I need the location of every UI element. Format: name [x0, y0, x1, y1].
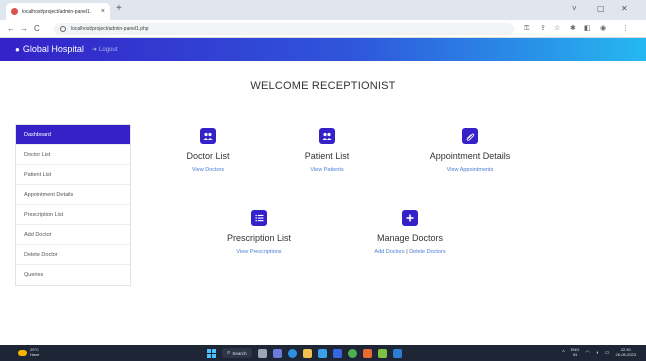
- address-bar: ← → C localhost/project/admin-panel1.php…: [0, 20, 646, 38]
- minimize-icon[interactable]: ˅: [572, 5, 577, 13]
- sidebar-item-doctor-list[interactable]: Doctor List: [16, 145, 130, 165]
- close-window-icon[interactable]: ✕: [621, 5, 628, 13]
- view-prescriptions-link[interactable]: View Prescriptions: [189, 249, 329, 255]
- star-icon[interactable]: ☆: [554, 25, 560, 33]
- plus-icon: [402, 210, 418, 226]
- sidepanel-icon[interactable]: ◧: [584, 25, 591, 33]
- weather-icon: [18, 349, 27, 356]
- brand[interactable]: ● Global Hospital: [15, 44, 84, 54]
- file-explorer-icon[interactable]: [302, 348, 312, 358]
- taskbar: 29°C Haze ⌕ Search ^ ENG IN ◠ ◖ ▭ 22:30 …: [0, 345, 646, 361]
- add-doctors-link[interactable]: Add Doctors: [374, 249, 404, 255]
- restore-icon[interactable]: ▢: [597, 5, 605, 13]
- vscode-icon[interactable]: [392, 348, 402, 358]
- brand-name: Global Hospital: [22, 44, 84, 54]
- users-icon: ●: [15, 44, 20, 54]
- app-header: ● Global Hospital ➜ Logout: [0, 38, 646, 61]
- task-view-icon[interactable]: [257, 348, 267, 358]
- sidebar-item-prescription-list[interactable]: Prescription List: [16, 205, 130, 225]
- extensions-icon[interactable]: ✱: [570, 25, 576, 33]
- sidebar: Dashboard Doctor List Patient List Appoi…: [15, 124, 131, 286]
- clock-date: 26-05-2023: [615, 351, 636, 357]
- delete-doctors-link[interactable]: Delete Doctors: [409, 249, 445, 255]
- profile-icon[interactable]: ◉: [600, 25, 606, 33]
- taskbar-search[interactable]: ⌕ Search: [222, 348, 252, 358]
- sidebar-item-add-doctor[interactable]: Add Doctor: [16, 225, 130, 245]
- link-separator: |: [406, 249, 408, 255]
- share-icon[interactable]: ⇪: [540, 25, 546, 33]
- search-icon: ⌕: [227, 349, 231, 356]
- lang-region: IN: [573, 351, 578, 357]
- patient-list-title: Patient List: [304, 151, 350, 161]
- battery-icon[interactable]: ▭: [605, 350, 610, 356]
- store-icon[interactable]: [317, 348, 327, 358]
- manage-doctors-card: Manage Doctors Add Doctors | Delete Doct…: [340, 210, 480, 255]
- key-icon[interactable]: ⚿: [524, 25, 529, 33]
- paperclip-icon: [462, 128, 478, 144]
- wifi-icon[interactable]: ◠: [585, 350, 589, 356]
- sidebar-item-patient-list[interactable]: Patient List: [16, 165, 130, 185]
- logout-link[interactable]: ➜ Logout: [92, 46, 118, 54]
- view-appointments-link[interactable]: View Appointments: [400, 167, 540, 173]
- app-icon[interactable]: [377, 348, 387, 358]
- language-indicator[interactable]: ENG IN: [571, 347, 580, 357]
- browser-tab[interactable]: localhost/project/admin-panel1. ×: [6, 3, 110, 20]
- prescription-list-card: Prescription List View Prescriptions: [189, 210, 329, 255]
- sidebar-item-delete-doctor[interactable]: Delete Doctor: [16, 245, 130, 265]
- page-title: WELCOME RECEPTIONIST: [250, 80, 396, 92]
- prescription-list-title: Prescription List: [226, 233, 292, 243]
- taskbar-apps: ⌕ Search: [207, 348, 402, 358]
- tab-title: localhost/project/admin-panel1.: [22, 8, 92, 15]
- app-icon[interactable]: [362, 348, 372, 358]
- new-tab-button[interactable]: +: [116, 4, 122, 14]
- back-icon[interactable]: ←: [7, 24, 15, 33]
- weather-desc: Haze: [30, 351, 40, 357]
- mail-icon[interactable]: [332, 348, 342, 358]
- menu-icon[interactable]: ⋮: [622, 25, 629, 33]
- chevron-up-icon[interactable]: ^: [562, 350, 564, 356]
- favicon-icon: [11, 8, 18, 15]
- forward-icon[interactable]: →: [20, 24, 28, 33]
- manage-doctors-title: Manage Doctors: [376, 233, 444, 243]
- view-patients-link[interactable]: View Patients: [257, 167, 397, 173]
- search-label: Search: [232, 350, 247, 356]
- sidebar-item-appointment-details[interactable]: Appointment Details: [16, 185, 130, 205]
- users-icon: [319, 128, 335, 144]
- logout-label: Logout: [99, 46, 118, 53]
- list-icon: [251, 210, 267, 226]
- browser-tab-bar: localhost/project/admin-panel1. × + ˅ ▢ …: [0, 0, 646, 20]
- clock[interactable]: 22:30 26-05-2023: [615, 347, 636, 357]
- windows-start-icon[interactable]: [207, 348, 216, 358]
- chat-icon[interactable]: [272, 348, 282, 358]
- site-info-icon[interactable]: [60, 26, 66, 32]
- sidebar-item-dashboard[interactable]: Dashboard: [16, 125, 130, 145]
- reload-icon[interactable]: C: [34, 24, 40, 33]
- system-tray: ^ ENG IN ◠ ◖ ▭ 22:30 26-05-2023: [562, 347, 636, 357]
- volume-icon[interactable]: ◖: [596, 350, 599, 356]
- weather-widget[interactable]: 29°C Haze: [18, 347, 40, 357]
- appointment-details-card: Appointment Details View Appointments: [400, 128, 540, 173]
- patient-list-card: Patient List View Patients: [257, 128, 397, 173]
- chrome-icon[interactable]: [347, 348, 357, 358]
- edge-icon[interactable]: [287, 348, 297, 358]
- url-text: localhost/project/admin-panel1.php: [71, 26, 149, 32]
- appointment-details-title: Appointment Details: [429, 151, 511, 161]
- manage-doctors-links: Add Doctors | Delete Doctors: [340, 249, 480, 255]
- url-field[interactable]: localhost/project/admin-panel1.php: [54, 23, 514, 35]
- users-icon: [200, 128, 216, 144]
- sidebar-item-queries[interactable]: Queries: [16, 265, 130, 285]
- tab-close-icon[interactable]: ×: [101, 8, 105, 15]
- logout-icon: ➜: [92, 47, 98, 53]
